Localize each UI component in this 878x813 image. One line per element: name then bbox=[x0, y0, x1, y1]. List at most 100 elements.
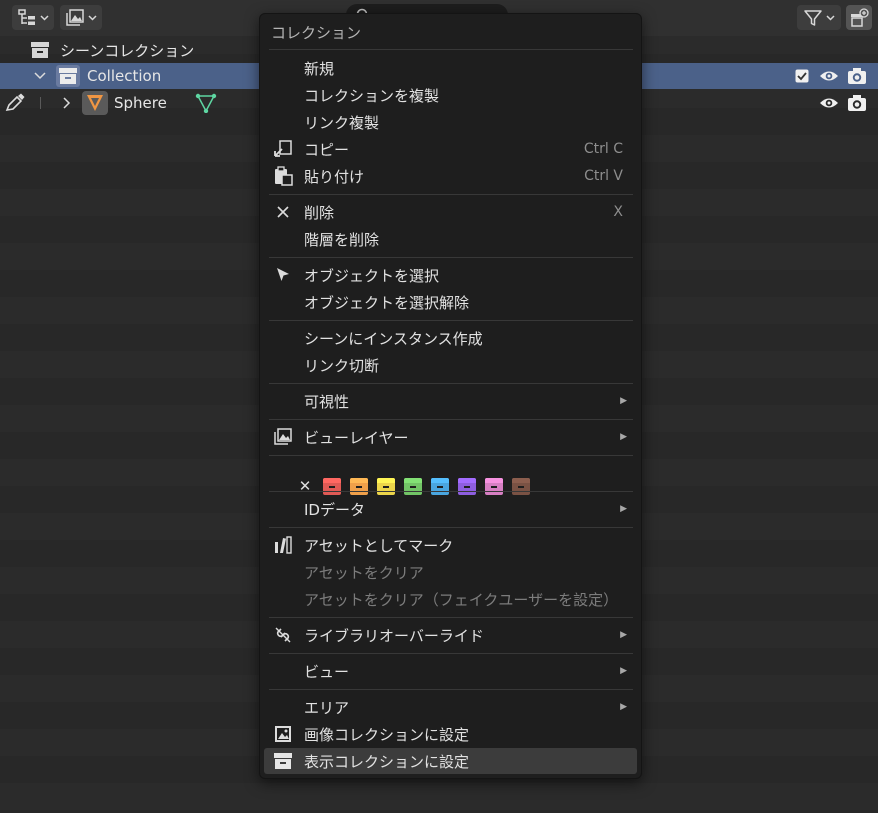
camera-icon[interactable] bbox=[847, 94, 867, 112]
menu-item-label: オブジェクトを選択解除 bbox=[304, 293, 470, 312]
menu-item-unlink[interactable]: リンク切断 bbox=[264, 352, 637, 378]
submenu-arrow-icon: ▶ bbox=[620, 504, 627, 514]
menu-item-shortcut: Ctrl V bbox=[584, 168, 623, 184]
menu-item-label: 削除 bbox=[304, 203, 335, 222]
collection-add-icon bbox=[851, 7, 869, 27]
menu-item-instance-to-scene[interactable]: シーンにインスタンス作成 bbox=[264, 325, 637, 351]
camera-icon[interactable] bbox=[847, 67, 867, 85]
submenu-arrow-icon: ▶ bbox=[620, 666, 627, 676]
menu-item-duplicate-linked[interactable]: リンク複製 bbox=[264, 109, 637, 135]
new-collection-button[interactable] bbox=[846, 5, 872, 30]
menu-item-label: IDデータ bbox=[304, 500, 365, 519]
menu-separator bbox=[269, 257, 633, 258]
clear-color-tag-button[interactable]: ✕ bbox=[296, 477, 314, 495]
menu-separator bbox=[269, 689, 633, 690]
menu-item-delete-hierarchy[interactable]: 階層を削除 bbox=[264, 226, 637, 252]
paste-icon bbox=[273, 166, 293, 186]
menu-item-label: オブジェクトを選択 bbox=[304, 266, 440, 285]
chevron-right-icon[interactable] bbox=[63, 97, 71, 109]
eye-icon[interactable] bbox=[819, 68, 839, 84]
mesh-data-icon[interactable] bbox=[195, 93, 217, 113]
menu-item-label: コレクションを複製 bbox=[304, 86, 440, 105]
menu-item-label: エリア bbox=[304, 698, 350, 717]
menu-item-label: コピー bbox=[304, 140, 350, 159]
submenu-arrow-icon: ▶ bbox=[620, 396, 627, 406]
menu-separator bbox=[269, 49, 633, 50]
eyedropper-icon[interactable] bbox=[4, 93, 26, 113]
color-tag-row: ✕ bbox=[296, 477, 530, 495]
chevron-down-icon[interactable] bbox=[34, 72, 46, 80]
menu-item-label: ビューレイヤー bbox=[304, 428, 409, 447]
chevron-down-icon bbox=[40, 14, 49, 21]
menu-item-view[interactable]: ビュー ▶ bbox=[264, 658, 637, 684]
menu-item-clear-asset: アセットをクリア bbox=[264, 559, 637, 585]
menu-item-label: シーンにインスタンス作成 bbox=[304, 329, 483, 348]
chevron-down-icon bbox=[88, 14, 97, 21]
collection-icon bbox=[59, 68, 77, 84]
menu-item-label: 新規 bbox=[304, 59, 335, 78]
outliner-icon bbox=[18, 8, 35, 25]
sphere-label: Sphere bbox=[114, 94, 167, 112]
menu-separator bbox=[269, 491, 633, 492]
asset-icon bbox=[273, 535, 293, 555]
menu-item-label: 階層を削除 bbox=[304, 230, 380, 249]
eye-icon[interactable] bbox=[819, 95, 839, 111]
menu-item-shortcut: X bbox=[613, 204, 623, 220]
display-mode-button[interactable] bbox=[60, 5, 102, 30]
menu-item-duplicate-collection[interactable]: コレクションを複製 bbox=[264, 82, 637, 108]
menu-item-label: 貼り付け bbox=[304, 167, 365, 186]
menu-separator bbox=[269, 383, 633, 384]
menu-item-area[interactable]: エリア ▶ bbox=[264, 694, 637, 720]
menu-item-label: 表示コレクションに設定 bbox=[304, 752, 470, 771]
submenu-arrow-icon: ▶ bbox=[620, 702, 627, 712]
menu-item-deselect-objects[interactable]: オブジェクトを選択解除 bbox=[264, 289, 637, 315]
filter-button[interactable] bbox=[797, 5, 841, 30]
tree-line bbox=[40, 97, 41, 109]
menu-item-paste[interactable]: 貼り付け Ctrl V bbox=[264, 163, 637, 189]
menu-item-shortcut: Ctrl C bbox=[583, 141, 623, 157]
menu-item-label: リンク複製 bbox=[304, 113, 380, 132]
checkbox-checked-icon[interactable] bbox=[795, 69, 809, 83]
menu-item-mark-as-asset[interactable]: アセットとしてマーク bbox=[264, 532, 637, 558]
menu-item-delete[interactable]: 削除 X bbox=[264, 199, 637, 225]
menu-separator bbox=[269, 527, 633, 528]
image-layers-icon bbox=[273, 427, 293, 447]
submenu-arrow-icon: ▶ bbox=[620, 630, 627, 640]
menu-item-label: 可視性 bbox=[304, 392, 350, 411]
menu-separator bbox=[269, 617, 633, 618]
menu-item-view-layer[interactable]: ビューレイヤー ▶ bbox=[264, 424, 637, 450]
menu-item-clear-asset-fake-user: アセットをクリア（フェイクユーザーを設定） bbox=[264, 586, 637, 612]
x-icon bbox=[273, 202, 293, 222]
menu-separator bbox=[269, 194, 633, 195]
menu-item-select-objects[interactable]: オブジェクトを選択 bbox=[264, 262, 637, 288]
collection-label: Collection bbox=[87, 67, 162, 85]
menu-item-label: 画像コレクションに設定 bbox=[304, 725, 470, 744]
menu-item-visibility[interactable]: 可視性 ▶ bbox=[264, 388, 637, 414]
menu-item-library-override[interactable]: ライブラリオーバーライド ▶ bbox=[264, 622, 637, 648]
menu-item-label: アセットをクリア bbox=[304, 563, 424, 582]
menu-item-new[interactable]: 新規 bbox=[264, 55, 637, 81]
menu-separator bbox=[269, 320, 633, 321]
menu-item-label: アセットをクリア（フェイクユーザーを設定） bbox=[304, 590, 619, 609]
scene-collection-label: シーンコレクション bbox=[60, 41, 195, 60]
scene-collection-icon bbox=[31, 42, 49, 58]
editor-type-button[interactable] bbox=[12, 5, 54, 30]
menu-item-label: アセットとしてマーク bbox=[304, 536, 454, 555]
menu-item-id-data[interactable]: IDデータ ▶ bbox=[264, 496, 637, 522]
filter-icon bbox=[804, 9, 822, 26]
cursor-icon bbox=[273, 265, 293, 285]
collection-icon bbox=[273, 751, 293, 771]
menu-item-label: リンク切断 bbox=[304, 356, 380, 375]
menu-separator bbox=[269, 653, 633, 654]
collection-icon-box bbox=[56, 65, 80, 87]
copy-icon bbox=[273, 139, 293, 159]
collection-context-menu: コレクション 新規 コレクションを複製 リンク複製 コピー Ctrl C 貼り付… bbox=[259, 13, 642, 779]
menu-separator bbox=[269, 455, 633, 456]
menu-item-set-display-collection[interactable]: 表示コレクションに設定 bbox=[264, 748, 637, 774]
menu-item-copy[interactable]: コピー Ctrl C bbox=[264, 136, 637, 162]
menu-item-set-image-collection[interactable]: 画像コレクションに設定 bbox=[264, 721, 637, 747]
menu-item-label: ライブラリオーバーライド bbox=[304, 626, 484, 645]
mesh-object-icon bbox=[87, 95, 103, 111]
menu-separator bbox=[269, 419, 633, 420]
library-override-icon bbox=[273, 625, 293, 645]
